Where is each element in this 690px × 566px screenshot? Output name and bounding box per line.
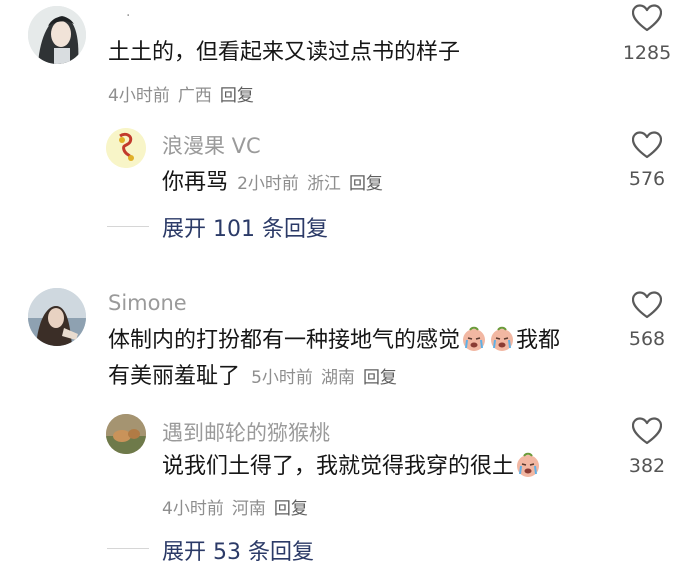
reply-location: 浙江 (306, 174, 341, 194)
comment-location: 广西 (177, 86, 212, 106)
crying-face-emoji (517, 452, 540, 477)
like-count: 568 (628, 328, 666, 350)
like-count: 1285 (622, 42, 672, 64)
like-button[interactable] (631, 4, 663, 36)
heart-icon[interactable] (631, 417, 663, 445)
expand-replies-button[interactable]: 展开 101 条回复 (162, 211, 328, 243)
comment-line2: 有美丽羞耻了 5小时前 湖南 回复 (108, 360, 397, 394)
heart-icon[interactable] (631, 291, 663, 319)
reply-text: 你再骂 (162, 170, 229, 195)
comment-text-line1-end: 我都 (516, 328, 561, 353)
reply-row: 你再骂 2小时前 浙江 回复 (162, 166, 383, 200)
reply-button[interactable]: 回复 (363, 368, 397, 388)
reply-text: 说我们土得了，我就觉得我穿的很土 (162, 450, 542, 484)
reply-location: 河南 (231, 499, 266, 519)
comment-username[interactable]: Simone (108, 291, 187, 315)
reply-button[interactable]: 回复 (349, 174, 383, 194)
reply-username[interactable]: 遇到邮轮的猕猴桃 (162, 417, 330, 447)
reply-button[interactable]: 回复 (220, 86, 254, 106)
reply-avatar[interactable] (106, 414, 146, 454)
comment-text-line1: 体制内的打扮都有一种接地气的感觉 (108, 328, 461, 353)
comment-username[interactable]: . (126, 4, 130, 20)
like-count: 382 (628, 455, 666, 477)
avatar[interactable] (28, 6, 86, 64)
reply-time: 2小时前 (237, 174, 299, 194)
like-button[interactable] (631, 291, 663, 323)
comment-text: 体制内的打扮都有一种接地气的感觉 我都 (108, 324, 560, 358)
like-count: 576 (628, 168, 666, 190)
comment-location: 湖南 (320, 368, 355, 388)
reply-button[interactable]: 回复 (274, 499, 308, 519)
comment-time: 5小时前 (251, 368, 313, 388)
crying-face-emoji (463, 326, 486, 351)
like-button[interactable] (631, 131, 663, 163)
like-button[interactable] (631, 417, 663, 449)
crying-face-emoji (491, 326, 514, 351)
avatar[interactable] (28, 288, 86, 346)
reply-text-content: 说我们土得了，我就觉得我穿的很土 (162, 454, 515, 479)
heart-icon[interactable] (631, 131, 663, 159)
comment-text-line2: 有美丽羞耻了 (108, 364, 241, 389)
expand-replies-button[interactable]: 展开 53 条回复 (162, 534, 314, 566)
heart-icon[interactable] (631, 4, 663, 32)
divider (107, 548, 149, 549)
reply-time: 4小时前 (162, 499, 224, 519)
reply-avatar[interactable] (106, 128, 146, 168)
divider (107, 226, 149, 227)
comment-time: 4小时前 (108, 86, 170, 106)
comment-text: 土土的，但看起来又读过点书的样子 (108, 40, 461, 65)
reply-meta: 4小时前 河南 回复 (162, 494, 316, 519)
comment-meta: 4小时前 广西 回复 (108, 81, 262, 106)
reply-username[interactable]: 浪漫果 VC (162, 130, 261, 160)
